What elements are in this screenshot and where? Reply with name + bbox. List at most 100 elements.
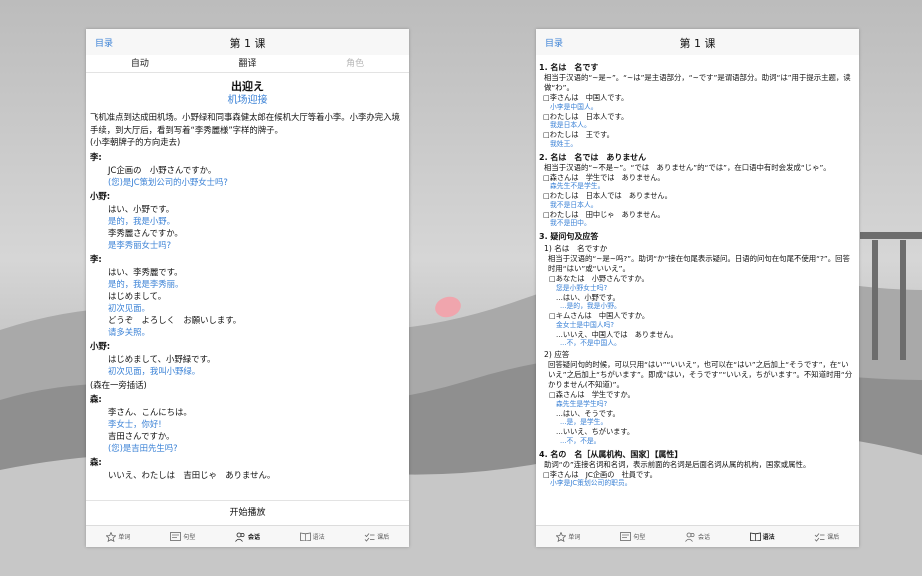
speaker-label: 森: (90, 394, 102, 404)
japanese-line[interactable]: はい、小野です。 (90, 203, 405, 215)
book-icon (749, 532, 761, 541)
grammar-subheading: 1) 名は 名ですか (544, 244, 608, 253)
example-answer: ...いいえ、ちがいます。 (556, 427, 635, 436)
nav-bar: 目录 第 1 课 (86, 29, 409, 55)
example-answer: ...いいえ、中国人では ありません。 (556, 329, 678, 339)
example-translation: 小李是中国人。 (550, 102, 598, 111)
chinese-translation: (您)是JC策划公司的小野女士吗? (108, 176, 228, 187)
tab-bar: 单词 句型 会话 语法 课后 (86, 525, 409, 547)
tab-after-class[interactable]: 课后 (794, 526, 859, 547)
star-icon (556, 531, 567, 542)
dialog-title: 出迎え (231, 80, 264, 93)
book-icon (299, 532, 311, 541)
checklist-icon (814, 532, 825, 542)
segment-role[interactable]: 角色 (301, 55, 409, 72)
example-translation: 森先生不是学生。 (550, 182, 605, 190)
grammar-heading: 3. 疑问句及应答 (539, 232, 599, 241)
example-translation: 我不是日本人。 (550, 200, 598, 209)
nav-bar: 目录 第 1 课 (536, 29, 859, 55)
japanese-line[interactable]: はじめまして、小野緑です。 (90, 353, 405, 365)
japanese-line[interactable]: 李秀麗さんですか。 (90, 227, 405, 239)
japanese-line[interactable]: はじめまして。 (90, 290, 405, 302)
tab-conversation[interactable]: 会话 (665, 526, 730, 547)
grammar-description: 回答疑问句的时候，可以只用“はい”“いいえ”，也可以在“はい”之后加上“そうです… (548, 360, 853, 389)
grammar-heading: 1. 名は 名です (539, 63, 599, 72)
chinese-translation: 是的，我是小野。 (108, 215, 175, 226)
grammar-panel: 目录 第 1 课 1. 名は 名です 相当于汉语的“~是~”。“~は”是主语部分… (536, 29, 859, 547)
tab-grammar[interactable]: 语法 (280, 526, 345, 547)
checklist-icon (364, 532, 375, 542)
example-answer: ...はい、小野です。 (556, 292, 620, 302)
chinese-translation: 是的，我是李秀丽。 (108, 278, 184, 289)
japanese-line[interactable]: JC企画の 小野さんですか。 (90, 164, 405, 176)
example-answer-translation: ...不，不是。 (560, 436, 601, 445)
tab-words[interactable]: 单词 (86, 526, 151, 547)
example-sentence: □わたしは 王です。 (543, 130, 614, 139)
people-icon (235, 532, 245, 542)
chinese-translation: 初次见面。 (108, 302, 150, 313)
speaker-label: 小野: (90, 190, 111, 201)
tab-label: 语法 (312, 534, 325, 541)
tab-label: 单词 (118, 534, 131, 541)
blossom-petal-icon (435, 296, 461, 318)
grammar-heading: 2. 名は 名では ありません (539, 152, 647, 162)
stage-direction: (小李朝牌子的方向走去) (90, 137, 181, 147)
example-sentence: □わたしは 日本人です。 (543, 111, 629, 121)
grammar-content[interactable]: 1. 名は 名です 相当于汉语的“~是~”。“~は”是主语部分，“~です”是谓语… (536, 55, 859, 525)
segment-auto[interactable]: 自动 (86, 55, 194, 72)
stage-direction: (森在一旁插话) (90, 379, 147, 390)
start-playback-button[interactable]: 开始播放 (86, 500, 409, 525)
mode-segmented-control: 自动 翻译 角色 (86, 55, 409, 73)
tab-label: 语法 (762, 534, 775, 541)
example-sentence: □李さんは 中国人です。 (543, 93, 629, 102)
people-icon (685, 532, 695, 542)
lesson-title: 第 1 课 (229, 37, 266, 50)
grammar-description: 相当于汉语的“~是~吗?”。助词“か”接在句尾表示疑问。日语的问句在句尾不使用“… (548, 254, 850, 273)
grammar-description: 相当于汉语的“~不是~”。“では ありません”的“では”，在口语中有时会发成“じ… (544, 162, 831, 172)
japanese-line[interactable]: はい、李秀麗です。 (90, 266, 405, 278)
japanese-line[interactable]: 李さん、こんにちは。 (90, 406, 405, 418)
chinese-translation: (您)是吉田先生吗? (108, 443, 178, 453)
japanese-line[interactable]: どうぞ よろしく お願いします。 (90, 314, 405, 326)
chinese-translation: 是李秀丽女士吗? (108, 239, 172, 250)
example-translation: 金女士是中国人吗? (556, 320, 614, 329)
speaker-label: 小野: (90, 340, 111, 351)
grammar-heading: 4. 名の 名［从属机构、国家］【属性】 (539, 449, 683, 459)
tab-label: 课后 (377, 534, 390, 541)
speaker-label: 李: (90, 253, 102, 264)
star-icon (106, 531, 117, 542)
tab-label: 会话 (247, 534, 260, 541)
tab-bar: 单词 句型 会话 语法 课后 (536, 525, 859, 547)
segment-translate[interactable]: 翻译 (194, 55, 302, 72)
example-sentence: □キムさんは 中国人ですか。 (549, 311, 650, 320)
tab-after-class[interactable]: 课后 (344, 526, 409, 547)
example-sentence: □李さんは JC企画の 社員です。 (543, 469, 657, 479)
tab-grammar[interactable]: 语法 (730, 526, 795, 547)
dialog-subtitle: 机场迎接 (227, 95, 268, 106)
speaker-label: 森: (90, 457, 102, 467)
example-sentence: □森さんは 学生ですか。 (549, 390, 635, 399)
example-answer-translation: ...是，是学生。 (560, 418, 608, 426)
japanese-line[interactable]: いいえ、わたしは 吉田じゃ ありません。 (90, 469, 405, 481)
chinese-translation: 李女士，你好! (108, 419, 162, 429)
example-translation: 您是小野女士吗? (556, 283, 608, 292)
dialog-content[interactable]: 出迎え 机场迎接 飞机准点到达成田机场。小野绿和同事森健太郎在候机大厅等着小李。… (86, 74, 409, 500)
sentence-icon (620, 532, 632, 541)
tab-label: 句型 (633, 534, 646, 541)
tab-label: 课后 (827, 534, 840, 541)
japanese-line[interactable]: 吉田さんですか。 (90, 430, 405, 442)
conversation-panel: 目录 第 1 课 自动 翻译 角色 出迎え 机场迎接 飞机准点到达成田机场。小野… (86, 29, 409, 547)
example-answer-translation: ...是的，我是小野。 (560, 302, 621, 310)
tab-sentences[interactable]: 句型 (601, 526, 666, 547)
tab-sentences[interactable]: 句型 (151, 526, 216, 547)
chinese-translation: 请多关照。 (108, 326, 150, 337)
grammar-subheading: 2) 应答 (544, 350, 570, 359)
example-sentence: □あなたは 小野さんですか。 (549, 274, 649, 283)
grammar-description: 助词“の”连接名词和名词，表示前面的名词是后面名词从属的机构，国家或属性。 (544, 459, 811, 469)
example-answer: ...はい、そうです。 (556, 408, 620, 418)
example-answer-translation: ...不，不是中国人。 (560, 339, 621, 347)
example-translation: 我姓王。 (550, 139, 578, 148)
chinese-translation: 初次见面，我叫小野绿。 (108, 365, 201, 376)
tab-words[interactable]: 单词 (536, 526, 601, 547)
tab-conversation[interactable]: 会话 (215, 526, 280, 547)
